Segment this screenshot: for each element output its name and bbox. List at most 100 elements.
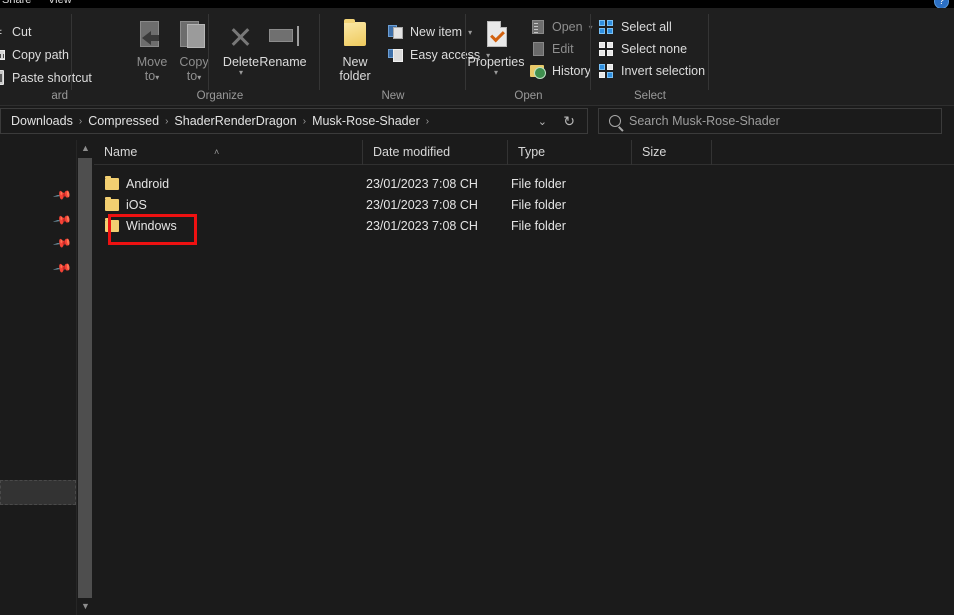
cut-button[interactable]: ✂ Cut (0, 22, 31, 42)
tab-share[interactable]: Share (2, 0, 31, 6)
invert-selection-label: Invert selection (621, 64, 705, 78)
cut-label: Cut (12, 25, 31, 39)
address-dropdown-icon[interactable]: ⌄ (538, 115, 547, 128)
invert-selection-icon (599, 63, 615, 79)
rename-button[interactable]: Rename (254, 14, 312, 69)
breadcrumb-compressed[interactable]: Compressed (84, 112, 163, 130)
refresh-icon[interactable]: ↻ (563, 113, 575, 130)
navigation-scrollbar[interactable]: ▲ ▼ (76, 140, 93, 615)
scrollbar-thumb[interactable] (78, 158, 92, 598)
table-row[interactable]: Android 23/01/2023 7:08 CH File folder (94, 174, 954, 195)
file-name-cell[interactable]: iOS (94, 195, 363, 216)
date-modified-cell: 23/01/2023 7:08 CH (366, 174, 478, 195)
file-name-label: Windows (126, 219, 177, 233)
breadcrumb-separator-icon: › (77, 116, 84, 127)
type-cell: File folder (511, 195, 566, 216)
file-explorer-window: Share View ? te ✂ Cut Co (0, 0, 954, 615)
scissors-icon: ✂ (0, 24, 6, 40)
move-to-label: Move (137, 55, 168, 69)
folder-icon (105, 220, 119, 232)
column-header-type[interactable]: Type (508, 140, 632, 165)
pin-icon: 📌 (52, 210, 71, 229)
ribbon-group-clipboard: te ✂ Cut Copy path Paste shortcut (0, 8, 72, 106)
nav-pinned-item-4[interactable]: 📌 (0, 258, 76, 280)
pin-icon: 📌 (52, 185, 71, 204)
type-cell: File folder (511, 174, 566, 195)
select-none-label: Select none (621, 42, 687, 56)
copy-to-label2: to (187, 69, 197, 83)
new-folder-button[interactable]: New folder (326, 14, 384, 83)
group-label-new: New (320, 90, 466, 102)
properties-icon (480, 20, 512, 52)
paste-shortcut-button[interactable]: Paste shortcut (0, 68, 92, 88)
new-item-icon (388, 24, 404, 40)
open-button[interactable]: Open ▾ (530, 17, 593, 37)
scroll-down-icon[interactable]: ▼ (77, 598, 94, 615)
group-label-organize: Organize (120, 90, 320, 102)
breadcrumb-shaderrenderdragon[interactable]: ShaderRenderDragon (170, 112, 300, 130)
help-icon[interactable]: ? (934, 0, 949, 8)
new-folder-label: New (342, 55, 367, 69)
date-modified-cell: 23/01/2023 7:08 CH (366, 195, 478, 216)
breadcrumb-musk-rose-shader[interactable]: Musk-Rose-Shader (308, 112, 424, 130)
type-cell: File folder (511, 216, 566, 237)
column-header-size[interactable]: Size (632, 140, 712, 165)
rename-label: Rename (259, 55, 306, 69)
file-name-cell[interactable]: Windows (94, 216, 363, 237)
chevron-down-icon: ▾ (155, 73, 159, 82)
nav-item-hovered[interactable] (0, 480, 76, 505)
invert-selection-button[interactable]: Invert selection (599, 61, 705, 81)
file-list: ˄ Name Date modified Type Size Android 2… (94, 140, 954, 615)
open-icon (530, 19, 546, 35)
sort-ascending-icon: ˄ (214, 140, 219, 165)
select-none-icon (599, 41, 615, 57)
properties-label: Properties (468, 55, 525, 69)
breadcrumb-separator-icon: › (301, 116, 308, 127)
ribbon-group-organize: Move to▾ Copy to▾ Delete ▾ (120, 8, 320, 106)
select-none-button[interactable]: Select none (599, 39, 687, 59)
nav-pinned-item-3[interactable]: 📌 (0, 233, 76, 255)
move-to-icon (136, 20, 168, 52)
properties-button[interactable]: Properties ▾ (464, 14, 528, 77)
file-name-label: iOS (126, 198, 147, 212)
column-header-date-modified[interactable]: Date modified (363, 140, 508, 165)
new-folder-label2: folder (339, 69, 370, 83)
ribbon-group-open: Properties ▾ Open ▾ Edit His (466, 8, 591, 106)
column-header-name[interactable]: ˄ Name (94, 140, 363, 165)
nav-pinned-item-2[interactable]: 📌 (0, 210, 76, 232)
table-row[interactable]: Windows 23/01/2023 7:08 CH File folder (94, 216, 954, 237)
group-separator (708, 14, 709, 90)
breadcrumb-separator-icon: › (163, 116, 170, 127)
nav-pinned-item-1[interactable]: 📌 (0, 185, 76, 207)
navigation-pane: 📌 📌 📌 📌 (0, 140, 76, 615)
history-label: History (552, 64, 591, 78)
group-inner-separator (208, 14, 209, 90)
delete-icon (225, 20, 257, 52)
breadcrumb-downloads[interactable]: Downloads (7, 112, 77, 130)
history-button[interactable]: History (530, 61, 591, 81)
group-label-select: Select (591, 90, 709, 102)
group-label-clipboard: ard (0, 90, 72, 102)
search-box[interactable]: Search Musk-Rose-Shader (598, 108, 942, 134)
new-item-label: New item (410, 25, 462, 39)
new-folder-icon (339, 20, 371, 52)
select-all-label: Select all (621, 20, 672, 34)
pin-icon: 📌 (52, 233, 71, 252)
edit-button[interactable]: Edit (530, 39, 574, 59)
table-row[interactable]: iOS 23/01/2023 7:08 CH File folder (94, 195, 954, 216)
select-all-button[interactable]: Select all (599, 17, 672, 37)
scroll-up-icon[interactable]: ▲ (77, 140, 94, 157)
new-item-button[interactable]: New item ▾ (388, 22, 472, 42)
tab-view[interactable]: View (48, 0, 72, 6)
chevron-down-icon: ▾ (197, 73, 201, 82)
ribbon: te ✂ Cut Copy path Paste shortcut (0, 8, 954, 106)
address-bar[interactable]: Downloads › Compressed › ShaderRenderDra… (0, 108, 588, 134)
history-icon (530, 63, 546, 79)
ribbon-group-new: New folder New item ▾ Easy access ▾ New (320, 8, 466, 106)
copy-to-label: Copy (179, 55, 208, 69)
column-header-type-label: Type (518, 145, 545, 159)
copy-path-icon (0, 47, 6, 63)
copy-path-button[interactable]: Copy path (0, 45, 69, 65)
file-name-cell[interactable]: Android (94, 174, 363, 195)
search-icon (609, 115, 621, 127)
